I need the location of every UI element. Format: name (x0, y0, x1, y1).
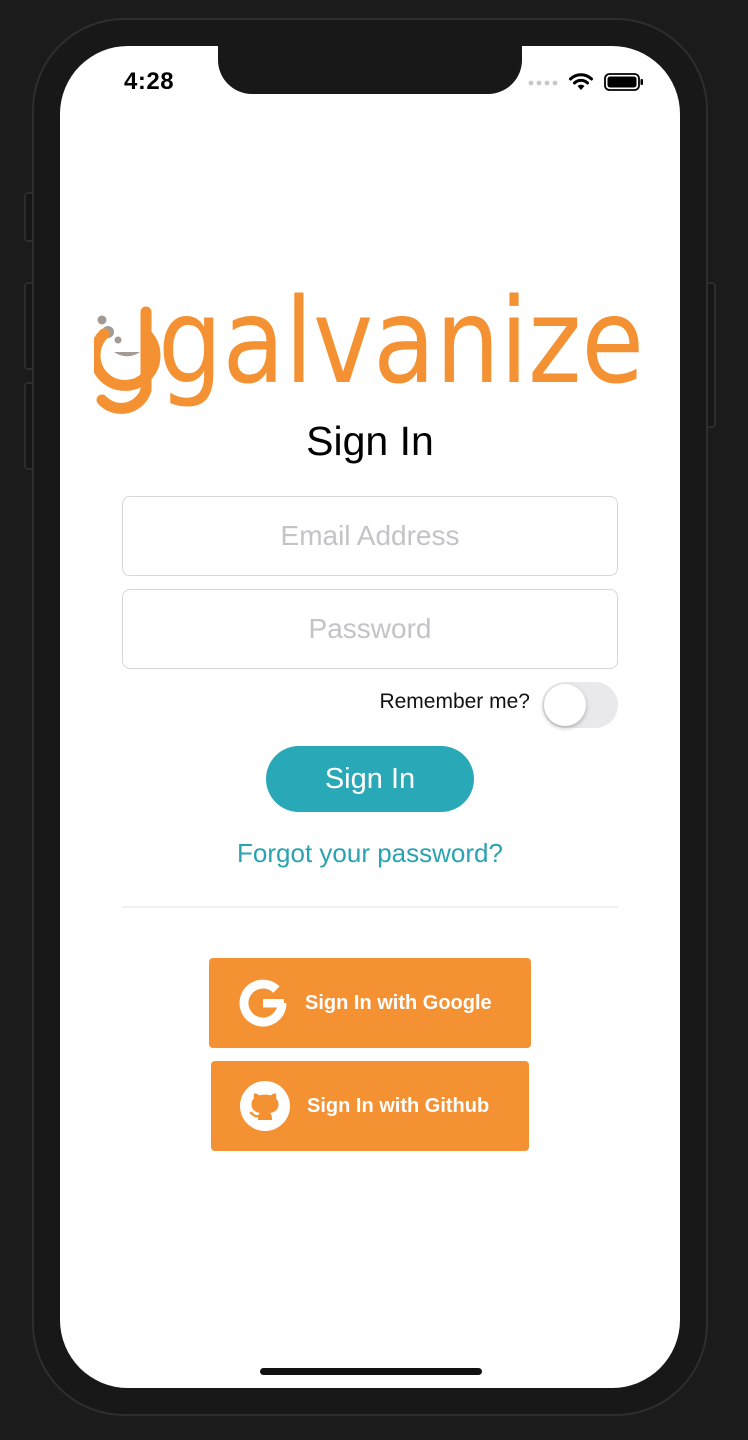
email-input[interactable] (123, 519, 617, 553)
status-icons (528, 70, 644, 94)
github-icon (239, 1080, 291, 1132)
galvanize-logo: galvanize (94, 282, 644, 414)
notch (218, 46, 522, 94)
status-time: 4:28 (124, 68, 175, 95)
wifi-icon (569, 73, 593, 90)
home-indicator (260, 1368, 482, 1375)
google-sign-in-button[interactable]: Sign In with Google (209, 958, 531, 1048)
remember-me-label: Remember me? (379, 690, 530, 713)
google-icon (237, 977, 289, 1029)
logo-wordmark: galvanize (158, 282, 644, 410)
battery-icon (604, 73, 643, 91)
google-sign-in-label: Sign In with Google (305, 991, 492, 1014)
password-field[interactable] (122, 589, 618, 669)
github-sign-in-label: Sign In with Github (307, 1094, 490, 1117)
email-field[interactable] (122, 496, 618, 576)
app-screen: 4:28 galvanize Sign In Remem (60, 46, 680, 1388)
sign-in-button[interactable]: Sign In (266, 746, 474, 812)
remember-me-toggle[interactable] (542, 682, 618, 728)
password-input[interactable] (123, 612, 617, 646)
divider (122, 906, 618, 908)
forgot-password-link[interactable]: Forgot your password? (60, 838, 680, 869)
page-title: Sign In (306, 418, 434, 464)
signal-icon (528, 80, 558, 86)
toggle-knob (544, 684, 586, 726)
github-sign-in-button[interactable]: Sign In with Github (211, 1061, 529, 1151)
